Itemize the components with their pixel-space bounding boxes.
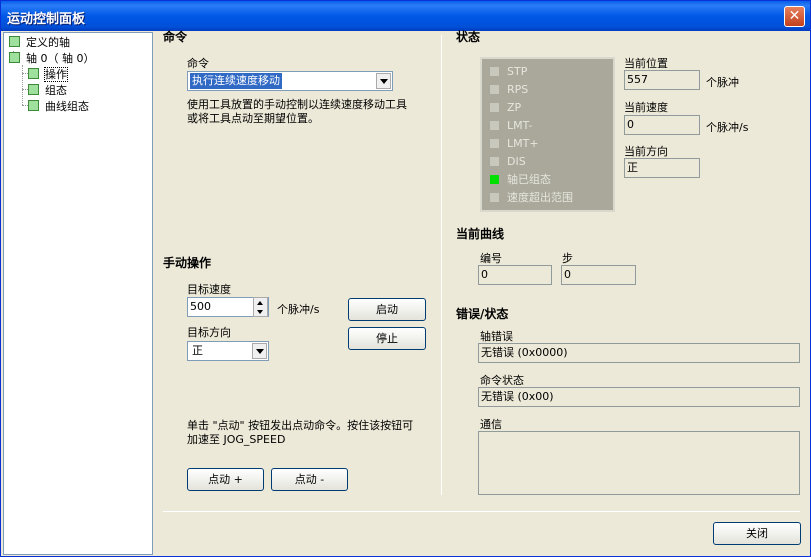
target-speed-input[interactable]: 500 [187, 297, 269, 317]
status-led-axis-configured: 轴已组态 [490, 172, 551, 188]
vertical-divider [441, 35, 442, 495]
status-led-rps: RPS [490, 82, 528, 98]
start-button[interactable]: 启动 [348, 298, 426, 321]
tree-item-curve-config[interactable]: 曲线组态 [28, 99, 89, 115]
target-direction-label: 目标方向 [187, 326, 231, 339]
current-speed-unit: 个脉冲/s [706, 121, 749, 134]
close-button[interactable]: 关闭 [713, 522, 801, 545]
current-direction-field: 正 [624, 158, 700, 178]
current-speed-field: 0 [624, 115, 700, 135]
status-led-lmt-minus: LMT- [490, 118, 532, 134]
led-label: LMT- [507, 119, 533, 132]
tree-node-icon [28, 84, 39, 95]
led-label: ZP [507, 101, 522, 114]
command-description: 使用工具放置的手动控制以连续速度移动工具 或将工具点动至期望位置。 [187, 98, 407, 125]
navigation-tree: 定义的轴 轴 0（ 轴 0） 操作 组态 曲线组态 [3, 32, 153, 555]
chevron-down-icon[interactable] [376, 73, 391, 89]
tree-connector [22, 65, 23, 105]
curve-number-label: 编号 [480, 252, 502, 265]
tree-node-icon [9, 36, 20, 47]
tree-item-defined-axes[interactable]: 定义的轴 [9, 35, 70, 51]
command-status-field: 无错误 (0x00) [478, 387, 800, 407]
tree-item-axis-0[interactable]: 轴 0（ 轴 0） [9, 51, 95, 67]
status-led-stp: STP [490, 64, 527, 80]
tree-item-label: 轴 0（ 轴 0） [26, 52, 95, 65]
led-label: RPS [507, 83, 529, 96]
led-label: DIS [507, 155, 526, 168]
axis-error-label: 轴错误 [480, 330, 513, 343]
tree-node-icon [28, 68, 39, 79]
command-select-value: 执行连续速度移动 [190, 73, 282, 89]
target-speed-label: 目标速度 [187, 283, 231, 296]
communication-label: 通信 [480, 418, 502, 431]
window-title: 运动控制面板 [7, 12, 86, 27]
current-direction-label: 当前方向 [624, 145, 668, 158]
led-icon [490, 139, 499, 148]
tree-item-label: 曲线组态 [45, 100, 89, 113]
led-icon [490, 175, 499, 184]
led-label: LMT+ [507, 137, 539, 150]
status-led-lmt-plus: LMT+ [490, 136, 539, 152]
led-label: STP [507, 65, 528, 78]
tree-item-label: 操作 [44, 67, 68, 82]
current-speed-label: 当前速度 [624, 101, 668, 114]
led-icon [490, 157, 499, 166]
tree-item-operation[interactable]: 操作 [28, 67, 68, 83]
tree-item-label: 组态 [45, 84, 67, 97]
target-speed-value: 500 [190, 300, 211, 313]
curve-step-field: 0 [561, 265, 636, 285]
tree-item-configuration[interactable]: 组态 [28, 83, 67, 99]
manual-section-title: 手动操作 [163, 256, 212, 270]
jog-minus-button[interactable]: 点动 - [271, 468, 348, 491]
target-direction-select[interactable]: 正 [187, 341, 269, 361]
window-close-button[interactable]: ✕ [784, 6, 805, 27]
status-led-speed-out-of-range: 速度超出范围 [490, 190, 573, 206]
status-led-zp: ZP [490, 100, 521, 116]
led-icon [490, 193, 499, 202]
spin-arrows-icon[interactable] [253, 297, 268, 317]
target-direction-value: 正 [192, 344, 203, 357]
footer-divider [163, 511, 800, 512]
tree-item-label: 定义的轴 [26, 36, 70, 49]
command-section-title: 命令 [163, 30, 188, 44]
current-position-field: 557 [624, 70, 700, 90]
led-icon [490, 103, 499, 112]
tree-node-icon [9, 52, 20, 63]
curve-section-title: 当前曲线 [456, 227, 505, 241]
led-label: 轴已组态 [507, 173, 551, 186]
led-icon [490, 121, 499, 130]
current-position-unit: 个脉冲 [706, 76, 739, 89]
curve-number-field: 0 [478, 265, 552, 285]
led-icon [490, 67, 499, 76]
stop-button[interactable]: 停止 [348, 327, 426, 350]
communication-field [478, 431, 800, 495]
status-indicator-panel: STP RPS ZP LMT- LMT+ DIS 轴已组态 速度超出范围 [480, 57, 615, 212]
tree-node-icon [28, 100, 39, 111]
jog-instructions: 单击 "点动" 按钮发出点动命令。按住该按钮可 加速至 JOG_SPEED [187, 419, 414, 446]
motion-control-panel-window: 运动控制面板 ✕ 定义的轴 轴 0（ 轴 0） 操作 组态 曲线组态 命令 命令… [0, 0, 811, 557]
command-status-label: 命令状态 [480, 374, 524, 387]
command-select[interactable]: 执行连续速度移动 [187, 71, 393, 91]
led-label: 速度超出范围 [507, 191, 573, 204]
target-speed-unit: 个脉冲/s [277, 303, 320, 316]
led-icon [490, 85, 499, 94]
curve-step-label: 步 [562, 252, 573, 265]
chevron-down-icon[interactable] [252, 343, 267, 359]
status-section-title: 状态 [456, 30, 481, 44]
title-bar[interactable]: 运动控制面板 ✕ [1, 1, 810, 31]
status-led-dis: DIS [490, 154, 526, 170]
jog-plus-button[interactable]: 点动 + [187, 468, 264, 491]
command-label: 命令 [187, 57, 209, 70]
current-position-label: 当前位置 [624, 57, 668, 70]
errors-section-title: 错误/状态 [456, 307, 509, 321]
axis-error-field: 无错误 (0x0000) [478, 343, 800, 363]
